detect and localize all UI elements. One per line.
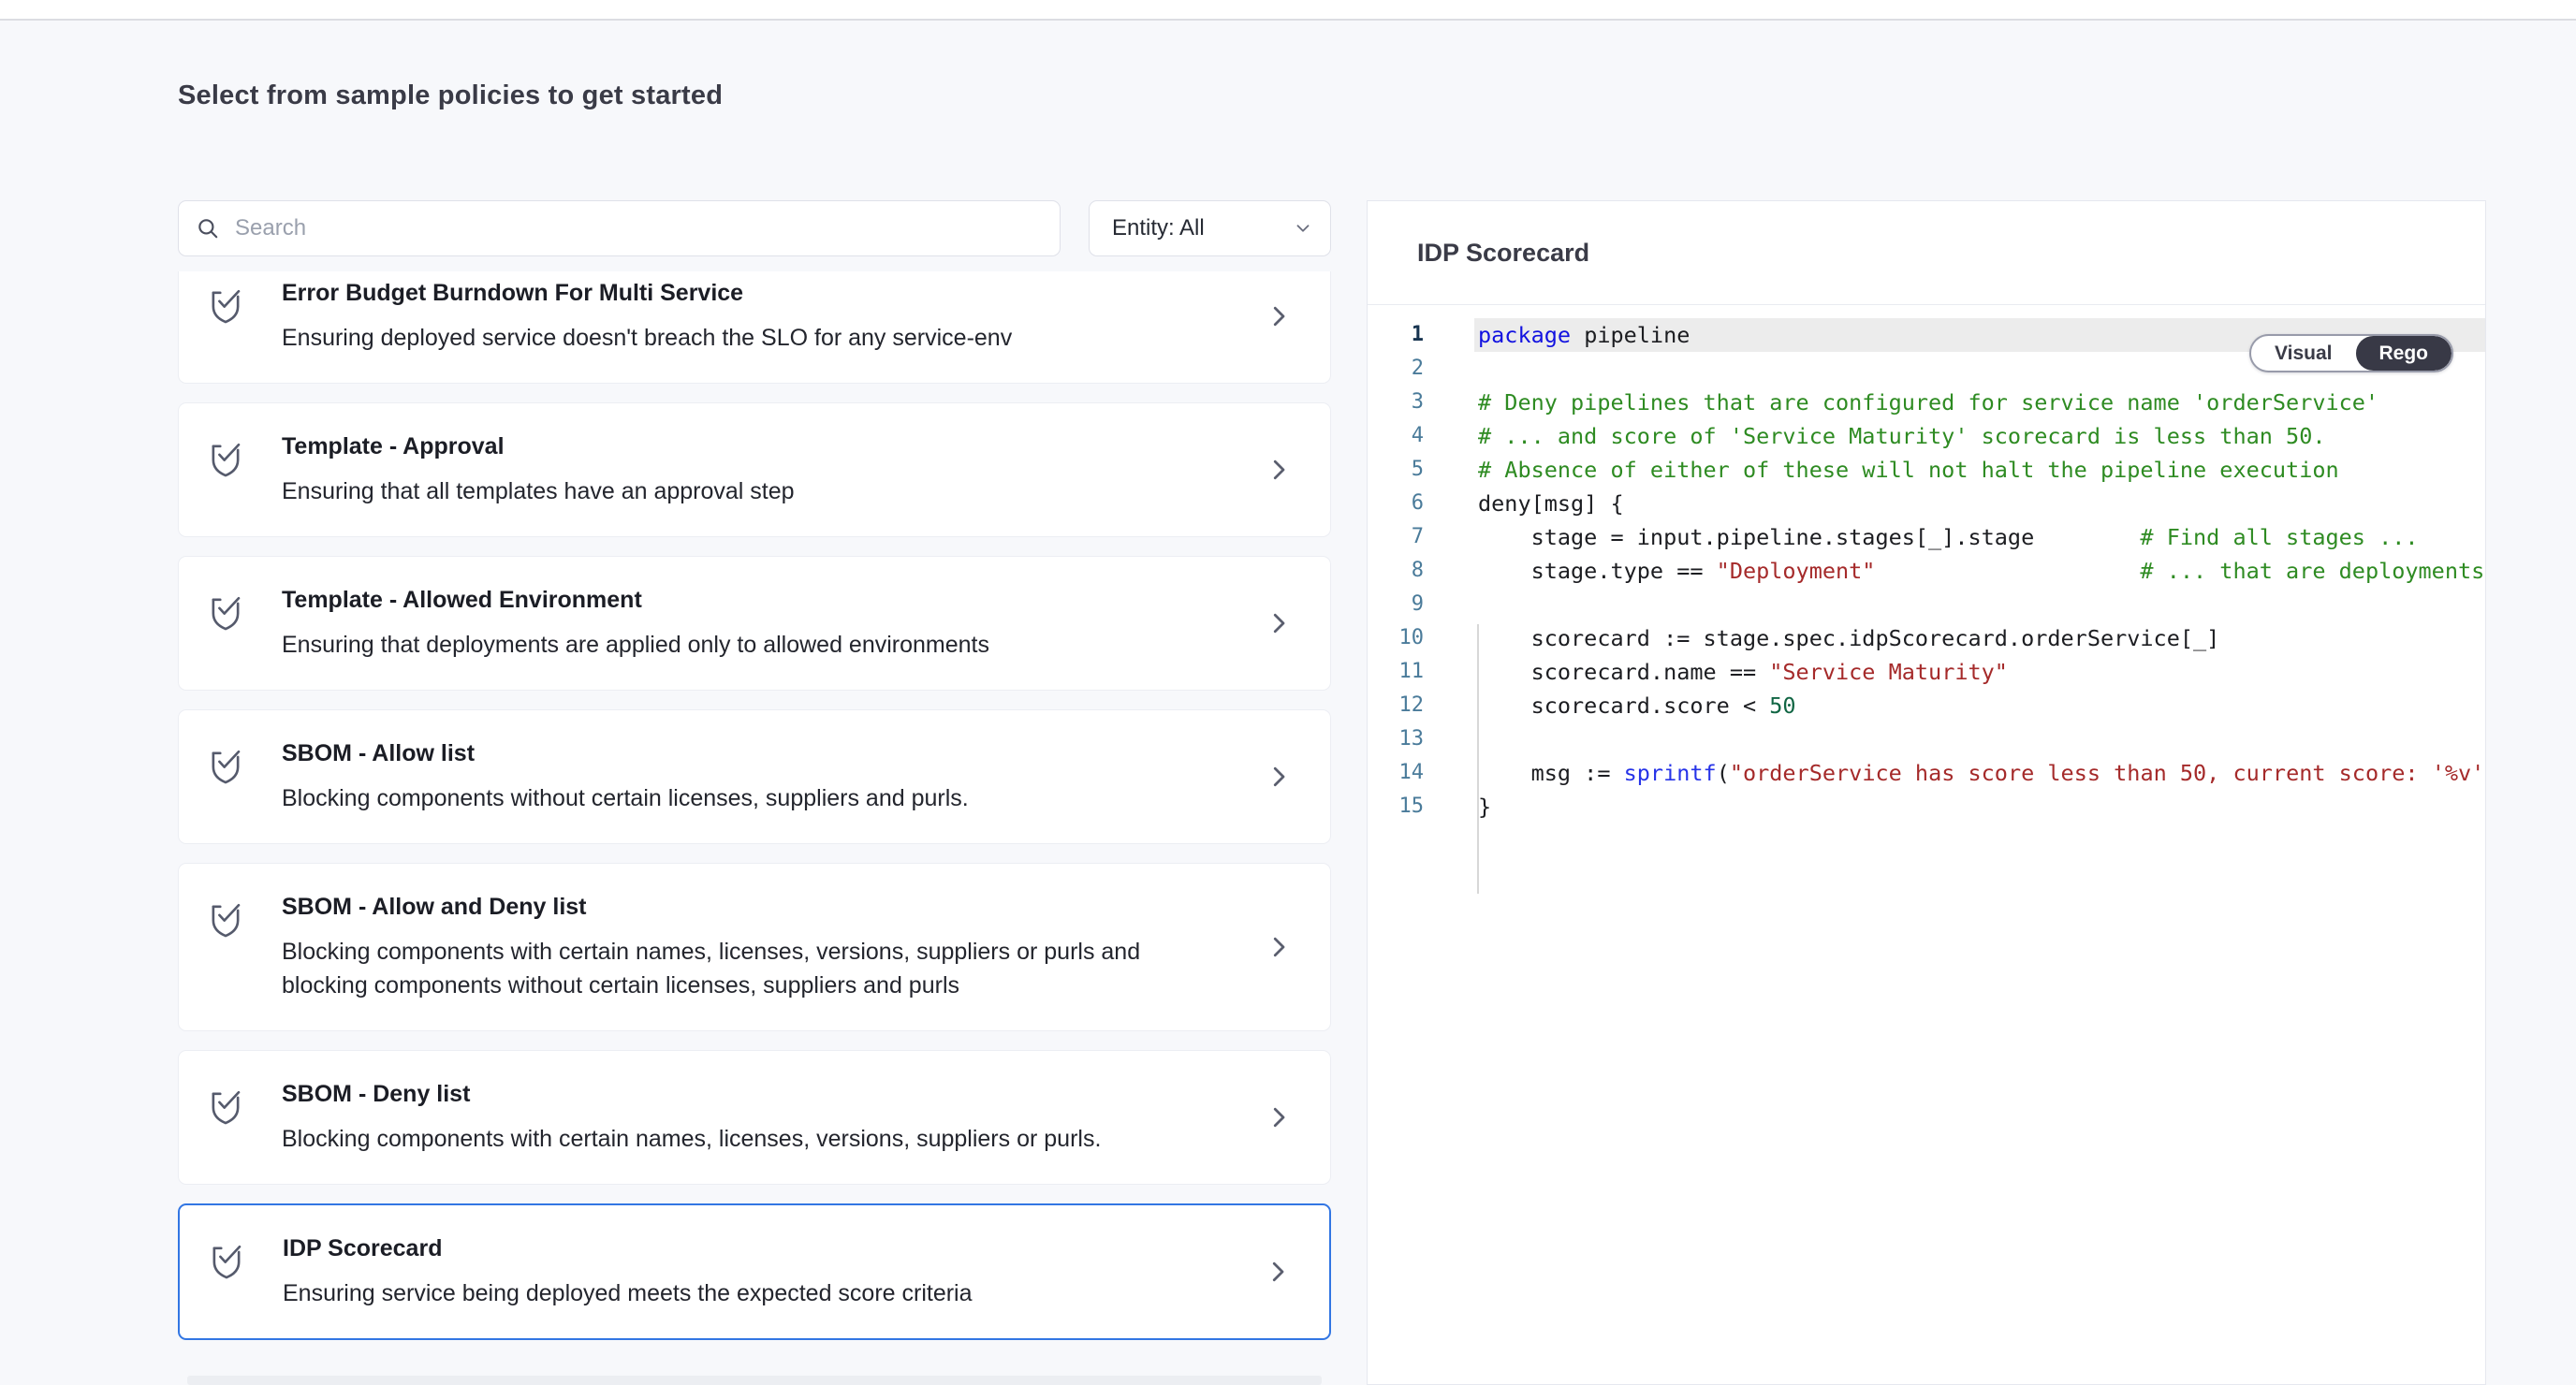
code-line-content: # Deny pipelines that are configured for… bbox=[1474, 386, 2485, 419]
line-number: 15 bbox=[1368, 790, 1424, 824]
code-line: 11 scorecard.name == "Service Maturity" bbox=[1368, 655, 2485, 689]
policy-card[interactable]: Template - Allowed Environment Ensuring … bbox=[178, 556, 1331, 691]
line-number: 8 bbox=[1368, 554, 1424, 588]
line-number: 13 bbox=[1368, 722, 1424, 756]
policy-card-title: Error Budget Burndown For Multi Service bbox=[282, 278, 1218, 308]
policy-card-description: Blocking components with certain names, … bbox=[282, 1122, 1157, 1156]
line-number: 10 bbox=[1368, 621, 1424, 655]
code-line: 10 scorecard := stage.spec.idpScorecard.… bbox=[1368, 621, 2485, 655]
code-line: 14 msg := sprintf("orderService has scor… bbox=[1368, 756, 2485, 790]
policy-card-description: Ensuring deployed service doesn't breach… bbox=[282, 321, 1157, 355]
policy-card-title: SBOM - Deny list bbox=[282, 1079, 1218, 1109]
entity-filter-value: Entity: All bbox=[1112, 215, 1205, 241]
shield-check-icon bbox=[208, 1239, 245, 1282]
code-line: 13 bbox=[1368, 722, 2485, 756]
policy-card-description: Ensuring that all templates have an appr… bbox=[282, 474, 1157, 508]
line-number: 11 bbox=[1368, 655, 1424, 689]
code-line: 9 bbox=[1368, 588, 2485, 621]
chevron-right-icon[interactable] bbox=[1264, 1258, 1292, 1286]
code-line-content bbox=[1474, 588, 2485, 621]
policy-card-title: SBOM - Allow list bbox=[282, 738, 1218, 768]
shield-check-icon bbox=[207, 744, 244, 787]
chevron-right-icon[interactable] bbox=[1265, 933, 1293, 961]
code-line-content: } bbox=[1474, 790, 2485, 824]
line-number: 3 bbox=[1368, 386, 1424, 419]
page-title: Select from sample policies to get start… bbox=[178, 80, 723, 111]
code-line: 5 # Absence of either of these will not h… bbox=[1368, 453, 2485, 487]
policy-list: Error Budget Burndown For Multi Service … bbox=[178, 271, 1331, 1374]
line-number: 9 bbox=[1368, 588, 1424, 621]
chevron-right-icon[interactable] bbox=[1265, 302, 1293, 330]
search-input[interactable] bbox=[233, 214, 1060, 242]
visual-rego-toggle: Visual Rego bbox=[2249, 334, 2453, 372]
code-line: 15} bbox=[1368, 790, 2485, 824]
search-icon bbox=[196, 216, 220, 241]
code-line-content: stage = input.pipeline.stages[_].stage #… bbox=[1474, 520, 2485, 554]
code-line-content: stage.type == "Deployment" # ... that ar… bbox=[1474, 554, 2485, 588]
line-number: 2 bbox=[1368, 352, 1424, 386]
chevron-right-icon[interactable] bbox=[1265, 609, 1293, 637]
policy-card[interactable]: SBOM - Allow list Blocking components wi… bbox=[178, 709, 1331, 844]
code-line-content: scorecard.score < 50 bbox=[1474, 689, 2485, 722]
toggle-visual-button[interactable]: Visual bbox=[2251, 336, 2355, 371]
code-line-content: # ... and score of 'Service Maturity' sc… bbox=[1474, 419, 2485, 453]
code-line: 7 stage = input.pipeline.stages[_].stage… bbox=[1368, 520, 2485, 554]
code-line-content: scorecard := stage.spec.idpScorecard.ord… bbox=[1474, 621, 2485, 655]
code-line-content: deny[msg] { bbox=[1474, 487, 2485, 520]
code-line-content: msg := sprintf("orderService has score l… bbox=[1474, 756, 2485, 790]
panel-title: IDP Scorecard bbox=[1368, 201, 2485, 304]
chevron-right-icon[interactable] bbox=[1265, 456, 1293, 484]
indent-guide bbox=[1477, 624, 1479, 894]
policy-card-title: Template - Allowed Environment bbox=[282, 585, 1218, 615]
policy-card[interactable]: Template - Approval Ensuring that all te… bbox=[178, 402, 1331, 537]
shield-check-icon bbox=[207, 437, 244, 480]
code-line-content: scorecard.name == "Service Maturity" bbox=[1474, 655, 2485, 689]
shield-check-icon bbox=[207, 1085, 244, 1128]
panel-header: IDP Scorecard bbox=[1368, 201, 2485, 305]
policy-card[interactable]: IDP Scorecard Ensuring service being dep… bbox=[178, 1203, 1331, 1340]
entity-filter-dropdown[interactable]: Entity: All bbox=[1089, 200, 1331, 256]
code-line: 8 stage.type == "Deployment" # ... that … bbox=[1368, 554, 2485, 588]
code-line-content: # Absence of either of these will not ha… bbox=[1474, 453, 2485, 487]
policy-card-title: IDP Scorecard bbox=[283, 1233, 1217, 1263]
toggle-rego-button[interactable]: Rego bbox=[2356, 336, 2452, 371]
line-number: 12 bbox=[1368, 689, 1424, 722]
code-line: 6 deny[msg] { bbox=[1368, 487, 2485, 520]
code-line: 3 # Deny pipelines that are configured fo… bbox=[1368, 386, 2485, 419]
policy-card-description: Ensuring service being deployed meets th… bbox=[283, 1276, 1158, 1310]
chevron-right-icon[interactable] bbox=[1265, 763, 1293, 791]
line-number: 6 bbox=[1368, 487, 1424, 520]
policy-card-title: SBOM - Allow and Deny list bbox=[282, 892, 1218, 922]
policy-card-title: Template - Approval bbox=[282, 431, 1218, 461]
code-line: 12 scorecard.score < 50 bbox=[1368, 689, 2485, 722]
line-number: 14 bbox=[1368, 756, 1424, 790]
shield-check-icon bbox=[207, 897, 244, 940]
policy-card-description: Blocking components with certain names, … bbox=[282, 935, 1157, 1002]
code-line: 4 # ... and score of 'Service Maturity' s… bbox=[1368, 419, 2485, 453]
line-number: 1 bbox=[1368, 318, 1424, 352]
line-number: 4 bbox=[1368, 419, 1424, 453]
code-line-content bbox=[1474, 722, 2485, 756]
line-number: 7 bbox=[1368, 520, 1424, 554]
chevron-right-icon[interactable] bbox=[1265, 1103, 1293, 1131]
policy-card-description: Ensuring that deployments are applied on… bbox=[282, 628, 1157, 662]
list-clipped-item-edge bbox=[187, 1376, 1322, 1385]
policy-card[interactable]: SBOM - Allow and Deny list Blocking comp… bbox=[178, 863, 1331, 1031]
chevron-down-icon bbox=[1293, 218, 1313, 239]
top-bar bbox=[0, 0, 2576, 21]
shield-check-icon bbox=[207, 284, 244, 327]
policy-detail-panel: IDP Scorecard 1package pipeline23# Deny … bbox=[1367, 200, 2486, 1385]
policy-card[interactable]: Error Budget Burndown For Multi Service … bbox=[178, 271, 1331, 384]
line-number: 5 bbox=[1368, 453, 1424, 487]
shield-check-icon bbox=[207, 590, 244, 634]
policy-card-description: Blocking components without certain lice… bbox=[282, 781, 1157, 815]
rego-code-editor[interactable]: 1package pipeline23# Deny pipelines that… bbox=[1368, 305, 2485, 1384]
policy-card[interactable]: SBOM - Deny list Blocking components wit… bbox=[178, 1050, 1331, 1185]
search-box[interactable] bbox=[178, 200, 1061, 256]
